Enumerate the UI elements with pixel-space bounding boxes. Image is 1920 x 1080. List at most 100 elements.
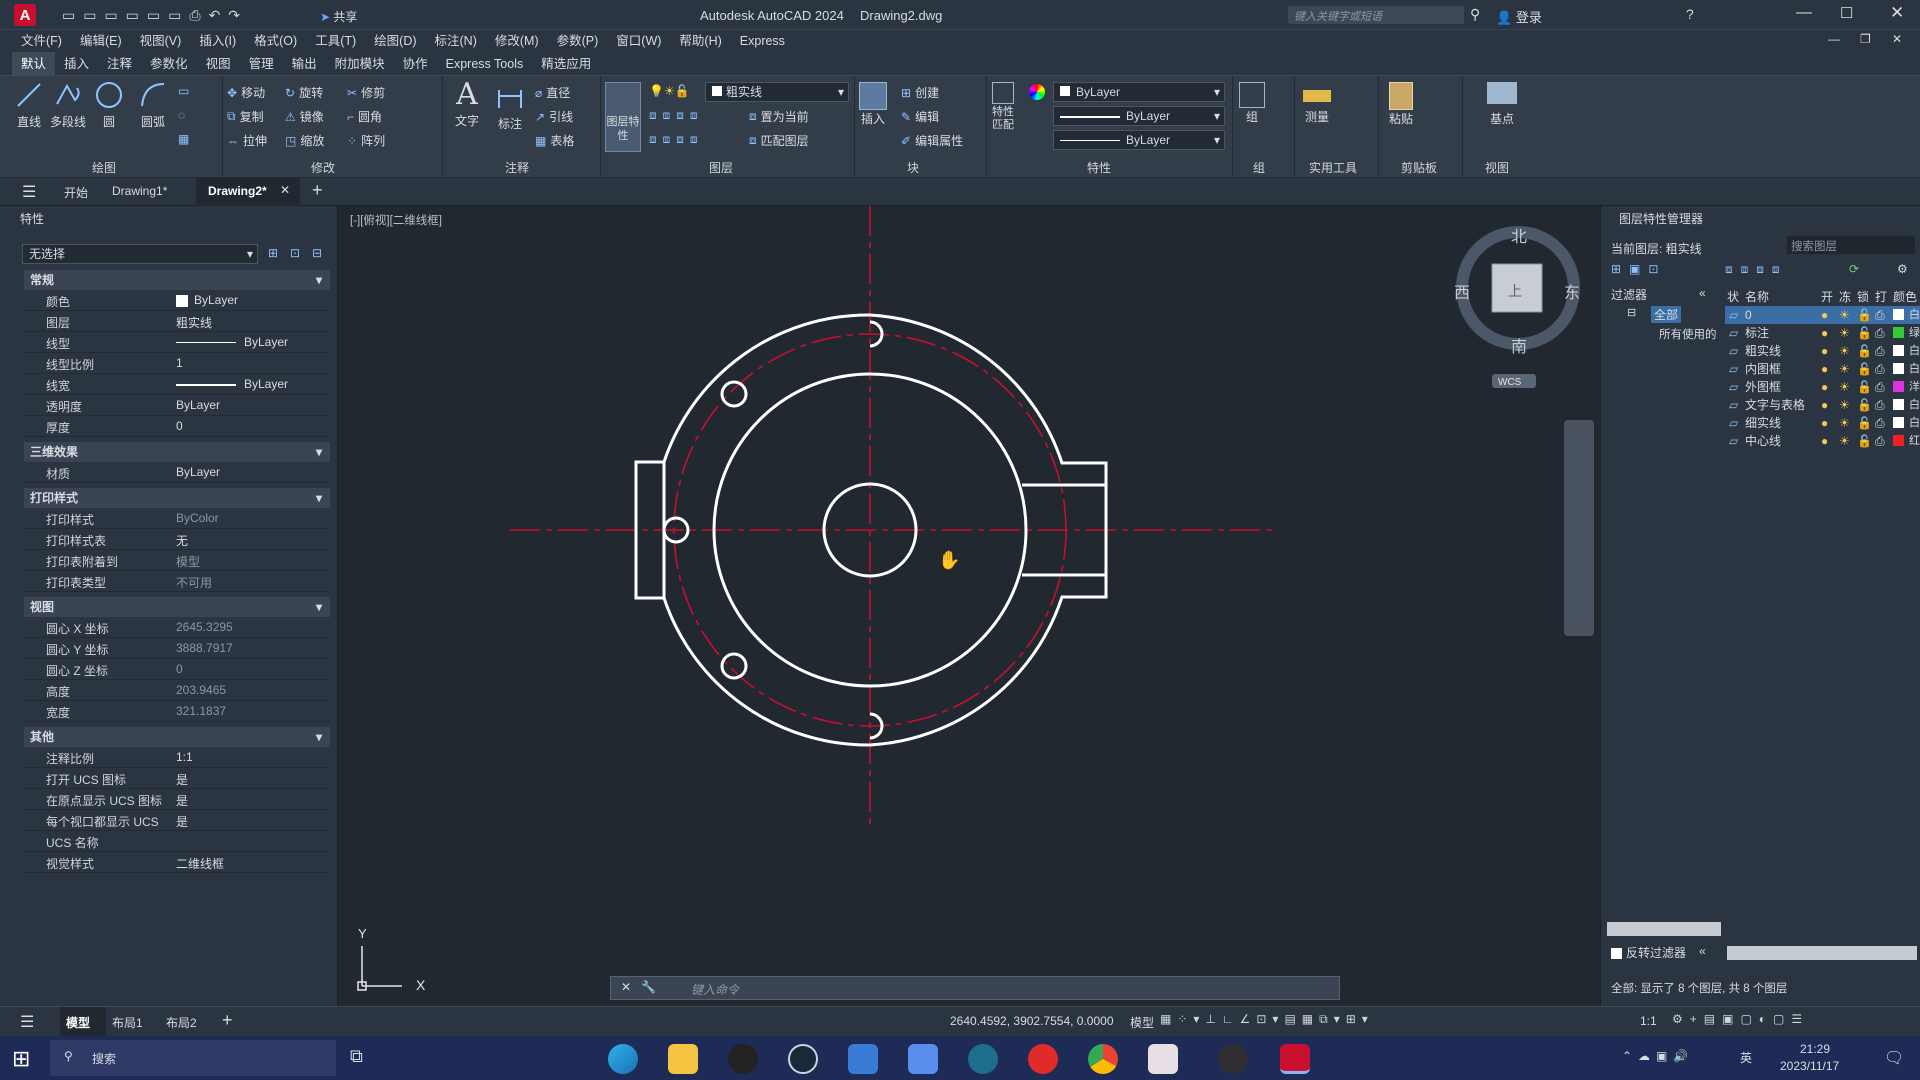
move-tool[interactable]: ✥ 移动 — [227, 84, 265, 101]
layer-color-swatch[interactable] — [1893, 363, 1904, 374]
diameter-tool[interactable]: ⌀ 直径 — [535, 84, 570, 101]
layer-lock-icon[interactable]: 🔓 — [1857, 360, 1872, 378]
hamburger-menu-icon[interactable]: ☰ — [22, 182, 36, 202]
menu-file[interactable]: 文件(F) — [12, 30, 71, 52]
menu-modify[interactable]: 修改(M) — [486, 30, 548, 52]
tab-output[interactable]: 输出 — [283, 52, 326, 76]
refresh-icon[interactable]: ⟳ — [1849, 262, 1859, 276]
layer-color-swatch[interactable] — [1893, 399, 1904, 410]
layer-freeze-icon[interactable]: ☀ — [1839, 360, 1850, 378]
doc-restore-button[interactable]: ❐ — [1860, 32, 1871, 46]
line-tool[interactable]: 直线 — [14, 80, 44, 130]
doc-close-button[interactable]: ✕ — [1892, 32, 1902, 46]
compass-east[interactable]: 东 — [1564, 284, 1580, 302]
layer-row[interactable]: ▱ 中心线 ● ☀ 🔓 ⎙ 红 — [1725, 432, 1920, 450]
input-language[interactable]: 英 — [1740, 1049, 1752, 1066]
layer-lock-icon[interactable]: 🔓 — [1857, 306, 1872, 324]
layer-color-swatch[interactable] — [1893, 327, 1904, 338]
layer-freeze-icon[interactable]: ☀ — [1839, 378, 1850, 396]
layer-color-swatch[interactable] — [1893, 417, 1904, 428]
viewcube-top-face[interactable]: 上 — [1508, 283, 1522, 299]
filter-tree-used[interactable]: 所有使用的 — [1659, 326, 1717, 342]
scale-tool[interactable]: ◳ 缩放 — [285, 132, 324, 149]
insert-block-tool[interactable]: 插入 — [859, 82, 887, 127]
task-view-icon[interactable]: ⧉ — [350, 1046, 363, 1067]
add-layout-button[interactable]: + — [222, 1010, 233, 1031]
layer-lock-icon[interactable]: 🔓 — [1857, 324, 1872, 342]
match-layer-tool[interactable]: ⧈ 匹配图层 — [749, 132, 809, 149]
app-icon-7[interactable] — [968, 1044, 998, 1074]
tab-manage[interactable]: 管理 — [240, 52, 283, 76]
menu-express[interactable]: Express — [731, 30, 794, 52]
layer-freeze-icon[interactable]: ☀ — [1839, 306, 1850, 324]
layer-lock-icon[interactable]: 🔓 — [1857, 432, 1872, 450]
login-button[interactable]: 👤 登录 — [1496, 7, 1542, 26]
mirror-tool[interactable]: ⚠ 镜像 — [285, 108, 324, 125]
app-icon-5[interactable] — [848, 1044, 878, 1074]
tab-drawing1[interactable]: Drawing1* — [112, 184, 167, 198]
new-tab-button[interactable]: + — [312, 180, 323, 201]
select-objects-icon[interactable]: ⊡ — [290, 246, 300, 260]
taskbar-search[interactable]: ⚲ 搜索 — [50, 1040, 336, 1076]
tab-annotate[interactable]: 注释 — [98, 52, 141, 76]
notification-icon[interactable]: 🗨 — [1884, 1048, 1904, 1068]
windows-start-icon[interactable]: ⊞ — [12, 1046, 30, 1072]
layer-plot-icon[interactable]: ⎙ — [1875, 396, 1885, 414]
rectangle-icon[interactable]: ▭ — [178, 84, 189, 98]
array-tool[interactable]: ⁘ 阵列 — [347, 132, 385, 149]
section-misc[interactable]: 其他 ▾ — [24, 727, 330, 747]
collapse-icon[interactable]: « — [1699, 944, 1706, 958]
status-tools[interactable]: ⚙+▤▣▢◐▢☰ — [1672, 1012, 1809, 1026]
annotation-scale[interactable]: 1:1 — [1640, 1014, 1657, 1028]
rotate-tool[interactable]: ↻ 旋转 — [285, 84, 323, 101]
polyline-tool[interactable]: 多段线 — [50, 80, 86, 130]
layer-color-swatch[interactable] — [1893, 309, 1904, 320]
match-properties-tool[interactable]: 特性匹配 — [991, 82, 1015, 132]
chrome-icon[interactable] — [1088, 1044, 1118, 1074]
layer-actions[interactable]: ⧈⧈⧈⧈ — [1725, 262, 1788, 277]
menu-edit[interactable]: 编辑(E) — [71, 30, 131, 52]
qq-icon[interactable] — [728, 1044, 758, 1074]
drafting-toggles[interactable]: ▦⁘▾⊥∟∠⊡▾▤▦⧉▾⊞▾ — [1160, 1012, 1374, 1027]
tab-featured-apps[interactable]: 精选应用 — [532, 52, 600, 76]
compass-north[interactable]: 北 — [1511, 228, 1527, 246]
dimension-tool[interactable]: 标注 — [495, 82, 525, 132]
layer-freeze-icon[interactable]: ☀ — [1839, 414, 1850, 432]
selection-dropdown[interactable]: 无选择 ▾ — [22, 244, 258, 264]
system-tray-icons[interactable]: ⌃☁▣🔊 — [1622, 1049, 1694, 1063]
model-space-toggle[interactable]: 模型 — [1130, 1014, 1154, 1031]
tab-default[interactable]: 默认 — [12, 52, 56, 76]
help-icon[interactable]: ? — [1686, 6, 1694, 22]
app-menu-button[interactable]: A — [14, 4, 36, 26]
compass-west[interactable]: 西 — [1454, 285, 1470, 302]
search-input[interactable]: 键入关键字或短语 — [1288, 6, 1464, 24]
create-block-tool[interactable]: ⊞ 创建 — [901, 84, 939, 101]
menu-insert[interactable]: 插入(I) — [190, 30, 245, 52]
layer-row[interactable]: ▱ 标注 ● ☀ 🔓 ⎙ 绿 — [1725, 324, 1920, 342]
layer-list-scrollbar[interactable] — [1727, 946, 1917, 960]
layer-lock-icon[interactable]: 🔓 — [1857, 396, 1872, 414]
tab-collaborate[interactable]: 协作 — [394, 52, 437, 76]
invert-filter-checkbox[interactable]: 反转过滤器 — [1611, 944, 1686, 961]
command-close-icon[interactable]: ✕ — [621, 980, 631, 994]
tab-drawing2[interactable]: Drawing2* ✕ — [196, 178, 300, 206]
layer-row[interactable]: ▱ 内图框 ● ☀ 🔓 ⎙ 白 — [1725, 360, 1920, 378]
file-explorer-icon[interactable] — [668, 1044, 698, 1074]
fillet-tool[interactable]: ⌐ 圆角 — [347, 108, 382, 125]
close-button[interactable]: ✕ — [1890, 3, 1904, 23]
share-button[interactable]: ➤ 共享 — [320, 8, 357, 25]
layer-freeze-icon[interactable]: ☀ — [1839, 396, 1850, 414]
tab-addins[interactable]: 附加模块 — [326, 52, 394, 76]
layer-on-icon[interactable]: ● — [1821, 360, 1828, 378]
tab-parametric[interactable]: 参数化 — [141, 52, 197, 76]
layer-row[interactable]: ▱ 0 ● ☀ 🔓 ⎙ 白 — [1725, 306, 1920, 324]
menu-window[interactable]: 窗口(W) — [607, 30, 670, 52]
arc-tool[interactable]: 圆弧 — [138, 80, 168, 130]
obs-icon[interactable] — [1218, 1044, 1248, 1074]
layer-color-swatch[interactable] — [1893, 435, 1904, 446]
settings-gear-icon[interactable]: ⚙ — [1897, 262, 1908, 276]
layer-state-icons[interactable]: 💡☀🔓 — [649, 84, 690, 98]
boundary-icon[interactable]: ▦ — [178, 132, 189, 146]
copy-tool[interactable]: ⧉ 复制 — [227, 108, 264, 125]
toggle-pickadd-icon[interactable]: ⊟ — [312, 246, 322, 260]
